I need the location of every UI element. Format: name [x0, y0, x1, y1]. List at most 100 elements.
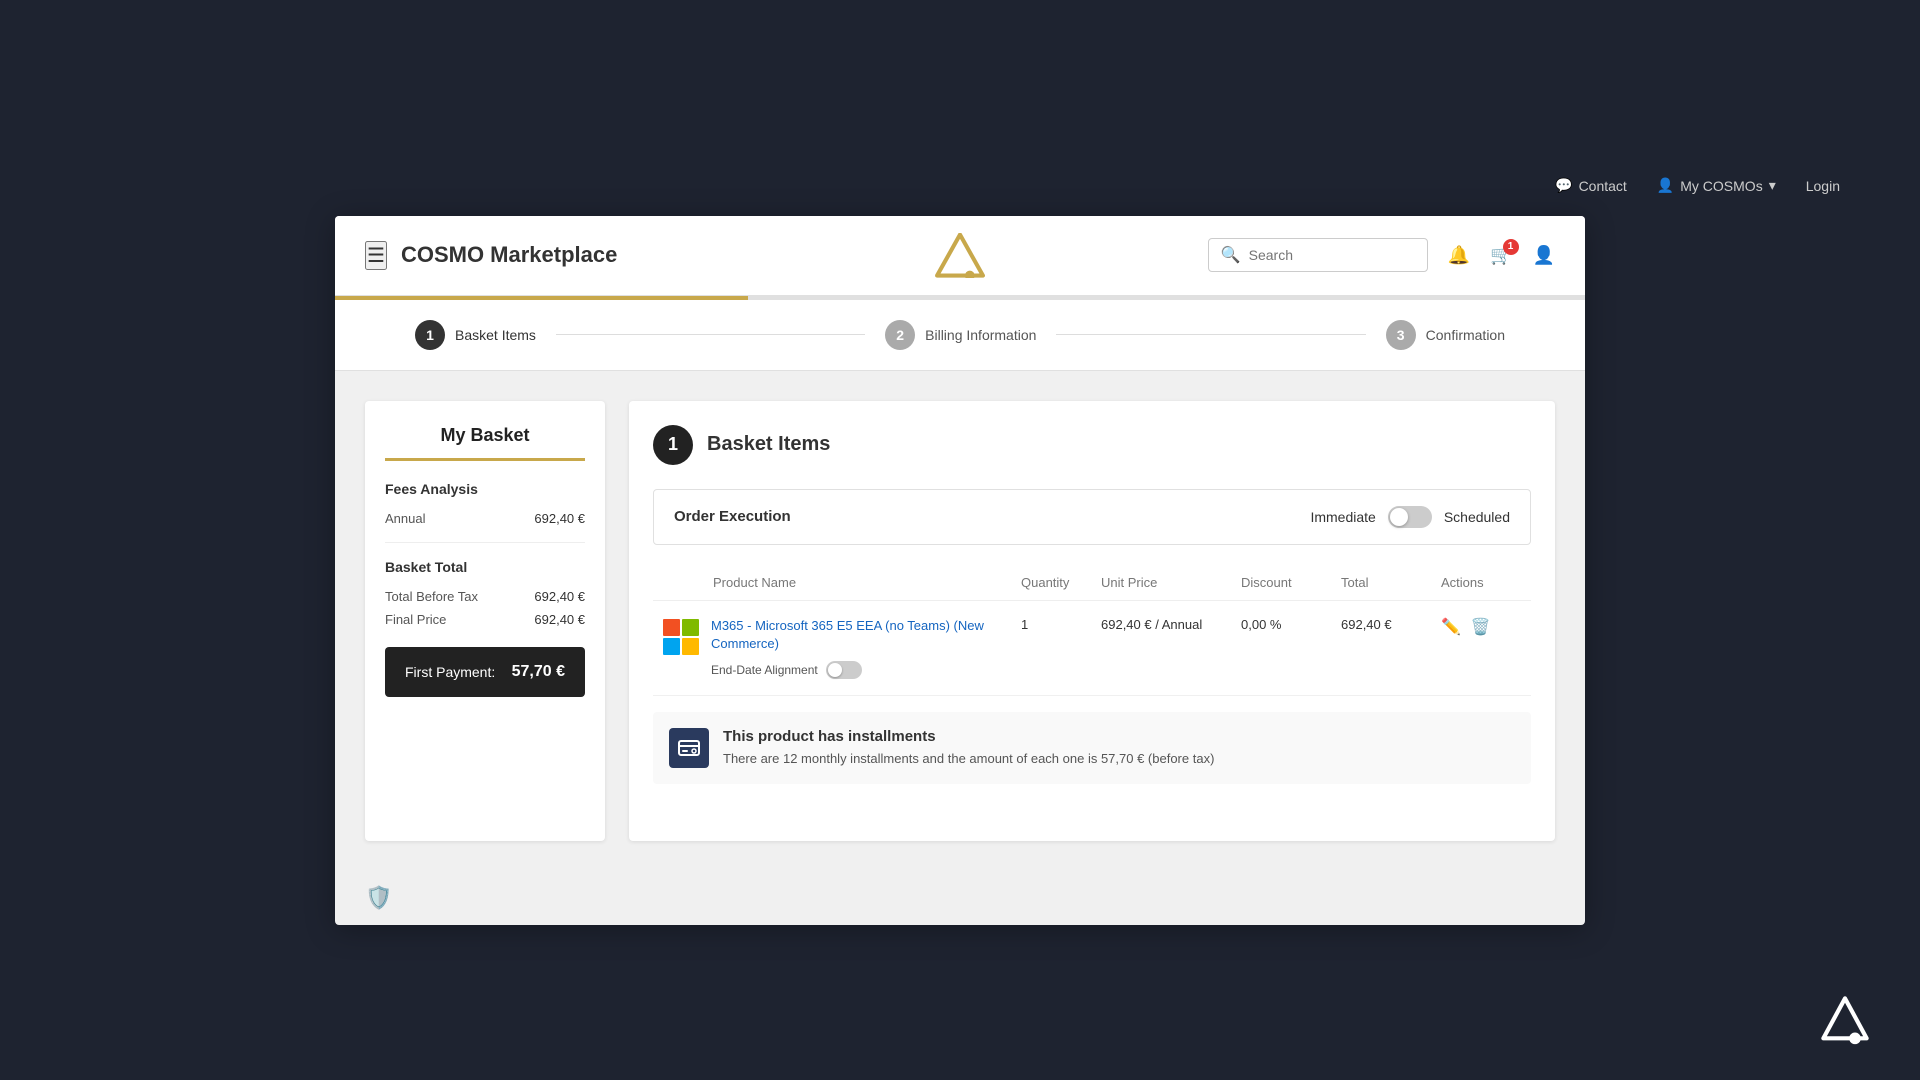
unit-price-cell: 692,40 € / Annual	[1101, 617, 1241, 632]
login-link[interactable]: Login	[1806, 178, 1840, 194]
table-row: M365 - Microsoft 365 E5 EEA (no Teams) (…	[653, 601, 1531, 696]
search-input[interactable]	[1249, 247, 1415, 263]
logo-cosmo: COSMO	[401, 242, 490, 267]
final-price-label: Final Price	[385, 612, 446, 627]
section-title: Basket Items	[707, 433, 830, 456]
bottom-shield-area: 🛡️	[335, 871, 1585, 925]
order-execution-bar: Order Execution Immediate Scheduled	[653, 489, 1531, 545]
sidebar-divider	[385, 542, 585, 543]
total-before-tax-label: Total Before Tax	[385, 589, 478, 604]
step-basket-items: 1 Basket Items	[415, 320, 536, 350]
product-info: M365 - Microsoft 365 E5 EEA (no Teams) (…	[711, 617, 1021, 679]
step-divider-2	[1056, 334, 1365, 335]
final-price-value: 692,40 €	[534, 612, 585, 627]
annual-label: Annual	[385, 511, 425, 526]
progress-bar	[335, 296, 1585, 300]
step2-label: Billing Information	[925, 327, 1036, 343]
col-discount: Discount	[1241, 575, 1341, 590]
step-divider-1	[556, 334, 865, 335]
hamburger-button[interactable]: ☰	[365, 241, 387, 270]
table-header: Product Name Quantity Unit Price Discoun…	[653, 565, 1531, 601]
section-header: 1 Basket Items	[653, 425, 1531, 465]
total-before-tax-row: Total Before Tax 692,40 €	[385, 589, 585, 604]
main-wrapper: ☰ COSMO Marketplace 🔍 🔔 🛒 1 👤	[335, 216, 1585, 925]
chevron-down-icon: ▾	[1769, 177, 1776, 194]
scheduled-label: Scheduled	[1444, 509, 1510, 525]
ms-red-square	[663, 619, 680, 636]
fees-analysis-title: Fees Analysis	[385, 481, 585, 497]
user-icon: 👤	[1657, 177, 1674, 194]
col-total: Total	[1341, 575, 1441, 590]
notifications-button[interactable]: 🔔	[1448, 245, 1470, 266]
installments-box: This product has installments There are …	[653, 712, 1531, 784]
discount-cell: 0,00 %	[1241, 617, 1341, 632]
bottom-right-logo	[1820, 995, 1870, 1050]
search-icon: 🔍	[1221, 245, 1241, 265]
profile-button[interactable]: 👤	[1533, 245, 1555, 266]
step3-label: Confirmation	[1426, 327, 1505, 343]
product-name[interactable]: M365 - Microsoft 365 E5 EEA (no Teams) (…	[711, 617, 1021, 653]
col-unit-price: Unit Price	[1101, 575, 1241, 590]
step3-circle: 3	[1386, 320, 1416, 350]
col-product-name: Product Name	[713, 575, 1021, 590]
installments-svg-icon	[677, 736, 701, 760]
order-execution-label: Order Execution	[674, 508, 791, 525]
col-actions: Actions	[1441, 575, 1521, 590]
shield-icon: 🛡️	[365, 885, 392, 911]
step-billing: 2 Billing Information	[885, 320, 1036, 350]
cart-badge: 1	[1503, 239, 1519, 255]
login-label: Login	[1806, 178, 1840, 194]
my-cosmos-link[interactable]: 👤 My COSMOs ▾	[1657, 177, 1776, 194]
my-cosmos-label: My COSMOs	[1680, 178, 1762, 194]
checkout-steps: 1 Basket Items 2 Billing Information 3 C…	[335, 300, 1585, 371]
chat-icon: 💬	[1555, 177, 1572, 194]
annual-row: Annual 692,40 €	[385, 511, 585, 526]
installments-text: There are 12 monthly installments and th…	[723, 751, 1214, 766]
logo-marketplace: Marketplace	[490, 242, 617, 267]
sidebar-title: My Basket	[385, 425, 585, 461]
installments-icon	[669, 728, 709, 768]
step1-circle: 1	[415, 320, 445, 350]
header-right: 🔍 🔔 🛒 1 👤	[1172, 238, 1555, 272]
section-number: 1	[653, 425, 693, 465]
toggle-knob	[1390, 508, 1408, 526]
end-date-toggle-knob	[828, 663, 842, 677]
actions-cell: ✏️ 🗑️	[1441, 617, 1521, 637]
installments-title: This product has installments	[723, 728, 1214, 745]
contact-label: Contact	[1579, 178, 1627, 194]
search-bar[interactable]: 🔍	[1208, 238, 1428, 272]
end-date-alignment-label: End-Date Alignment	[711, 663, 818, 677]
basket-total-title: Basket Total	[385, 559, 585, 575]
logo-area: ☰ COSMO Marketplace	[365, 241, 748, 270]
header-center	[768, 233, 1151, 278]
end-date-alignment-row: End-Date Alignment	[711, 661, 1021, 679]
first-payment-value: 57,70 €	[512, 663, 565, 681]
edit-button[interactable]: ✏️	[1441, 617, 1461, 637]
main-content: 1 Basket Items Order Execution Immediate…	[629, 401, 1555, 841]
end-date-toggle[interactable]	[826, 661, 862, 679]
step-confirmation: 3 Confirmation	[1386, 320, 1505, 350]
col-quantity: Quantity	[1021, 575, 1101, 590]
top-navigation: 💬 Contact 👤 My COSMOs ▾ Login	[0, 156, 1920, 216]
ms-green-square	[682, 619, 699, 636]
cosmo-logo-icon	[935, 233, 985, 278]
installments-content: This product has installments There are …	[723, 728, 1214, 766]
final-price-row: Final Price 692,40 €	[385, 612, 585, 627]
step2-circle: 2	[885, 320, 915, 350]
body-area: My Basket Fees Analysis Annual 692,40 € …	[335, 371, 1585, 871]
first-payment-label: First Payment:	[405, 664, 495, 680]
product-cell: M365 - Microsoft 365 E5 EEA (no Teams) (…	[663, 617, 1021, 679]
order-execution-toggle[interactable]	[1388, 506, 1432, 528]
cart-button[interactable]: 🛒 1	[1490, 245, 1512, 266]
contact-link[interactable]: 💬 Contact	[1555, 177, 1627, 194]
site-header: ☰ COSMO Marketplace 🔍 🔔 🛒 1 👤	[335, 216, 1585, 296]
progress-bar-fill	[335, 296, 748, 300]
cosmo-bottom-logo-icon	[1820, 995, 1870, 1045]
step1-label: Basket Items	[455, 327, 536, 343]
microsoft-icon	[663, 619, 699, 655]
site-logo-text: COSMO Marketplace	[401, 242, 617, 268]
quantity-cell: 1	[1021, 617, 1101, 632]
delete-button[interactable]: 🗑️	[1471, 617, 1491, 637]
first-payment-box: First Payment: 57,70 €	[385, 647, 585, 697]
total-before-tax-value: 692,40 €	[534, 589, 585, 604]
